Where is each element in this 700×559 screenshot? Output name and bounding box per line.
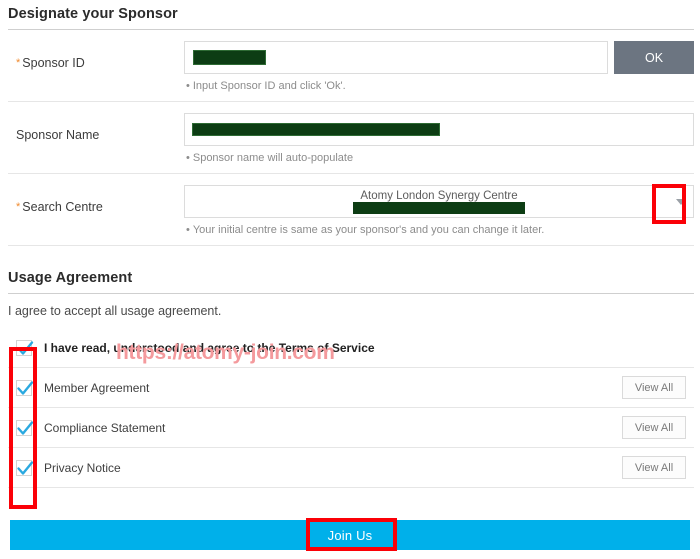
usage-lead-text: I agree to accept all usage agreement. [8, 304, 222, 318]
search-centre-hint: • Your initial centre is same as your spo… [184, 218, 694, 236]
join-us-button[interactable]: Join Us [10, 520, 690, 550]
search-centre-field-wrap: Atomy London Synergy Centre • Your initia… [184, 185, 694, 236]
agreement-label-compliance-statement: Compliance Statement [44, 420, 166, 435]
search-centre-field-line: Atomy London Synergy Centre [184, 185, 694, 218]
check-icon [17, 460, 34, 475]
registration-form-page: Designate your Sponsor * Sponsor ID OK • I… [0, 0, 700, 559]
sponsor-name-field-line [184, 113, 694, 146]
search-centre-redaction [353, 202, 525, 214]
sponsor-id-label-text: Sponsor ID [22, 56, 85, 70]
sponsor-id-input[interactable] [184, 41, 608, 74]
sponsor-id-field-line: OK [184, 41, 694, 74]
join-us-label: Join Us [327, 527, 373, 543]
sponsor-name-redaction [192, 123, 440, 136]
view-all-button-compliance-statement[interactable]: View All [622, 416, 686, 439]
checkbox-compliance-statement[interactable] [16, 419, 34, 436]
sponsor-name-field-wrap: • Sponsor name will auto-populate [184, 113, 694, 164]
usage-agreement-section: Usage Agreement I agree to accept all us… [0, 264, 700, 488]
agreement-row-terms-of-service: I have read, understood and agree to the… [8, 328, 694, 368]
agreement-label-privacy-notice: Privacy Notice [44, 460, 121, 475]
sponsor-section-title: Designate your Sponsor [8, 6, 178, 22]
search-centre-selected-value: Atomy London Synergy Centre [360, 190, 518, 202]
check-icon [17, 380, 34, 395]
sponsor-id-hint-text: Input Sponsor ID and click 'Ok'. [192, 80, 346, 92]
search-centre-label-text: Search Centre [22, 200, 103, 214]
usage-section-title: Usage Agreement [8, 270, 133, 286]
hint-bullet-icon: • [186, 224, 190, 236]
agreement-row-member-agreement: Member Agreement View All [8, 368, 694, 408]
check-icon [17, 420, 34, 435]
sponsor-id-label: * Sponsor ID [8, 41, 184, 70]
checkbox-privacy-notice[interactable] [16, 459, 34, 476]
hint-bullet-icon: • [186, 152, 190, 164]
chevron-down-icon[interactable] [676, 198, 686, 205]
check-icon [17, 340, 34, 355]
sponsor-id-redaction [193, 50, 266, 65]
sponsor-id-hint: • Input Sponsor ID and click 'Ok'. [184, 74, 694, 92]
sponsor-name-row: Sponsor Name • Sponsor name will auto-pop… [8, 102, 694, 174]
view-all-button-privacy-notice[interactable]: View All [622, 456, 686, 479]
view-all-button-member-agreement[interactable]: View All [622, 376, 686, 399]
agreement-row-compliance-statement: Compliance Statement View All [8, 408, 694, 448]
sponsor-name-input [184, 113, 694, 146]
sponsor-id-row: * Sponsor ID OK • Input Sponsor ID and cli… [8, 30, 694, 102]
search-centre-label: * Search Centre [8, 185, 184, 214]
checkbox-terms-of-service[interactable] [16, 339, 34, 356]
sponsor-name-label: Sponsor Name [16, 128, 100, 142]
required-asterisk-icon: * [16, 57, 21, 69]
sponsor-id-ok-button[interactable]: OK [614, 41, 694, 74]
agreement-label-member-agreement: Member Agreement [44, 380, 150, 395]
sponsor-name-hint: • Sponsor name will auto-populate [184, 146, 694, 164]
search-centre-select[interactable]: Atomy London Synergy Centre [184, 185, 694, 218]
checkbox-member-agreement[interactable] [16, 379, 34, 396]
search-centre-row: * Search Centre Atomy London Synergy Cent… [8, 174, 694, 246]
sponsor-section: Designate your Sponsor * Sponsor ID OK • I… [0, 0, 700, 246]
sponsor-name-hint-text: Sponsor name will auto-populate [192, 152, 354, 164]
search-centre-hint-text: Your initial centre is same as your spon… [192, 224, 545, 236]
agreement-row-privacy-notice: Privacy Notice View All [8, 448, 694, 488]
agreement-label-terms-of-service: I have read, understood and agree to the… [44, 340, 375, 355]
required-asterisk-icon: * [16, 201, 21, 213]
hint-bullet-icon: • [186, 80, 190, 92]
sponsor-id-field-wrap: OK • Input Sponsor ID and click 'Ok'. [184, 41, 694, 92]
